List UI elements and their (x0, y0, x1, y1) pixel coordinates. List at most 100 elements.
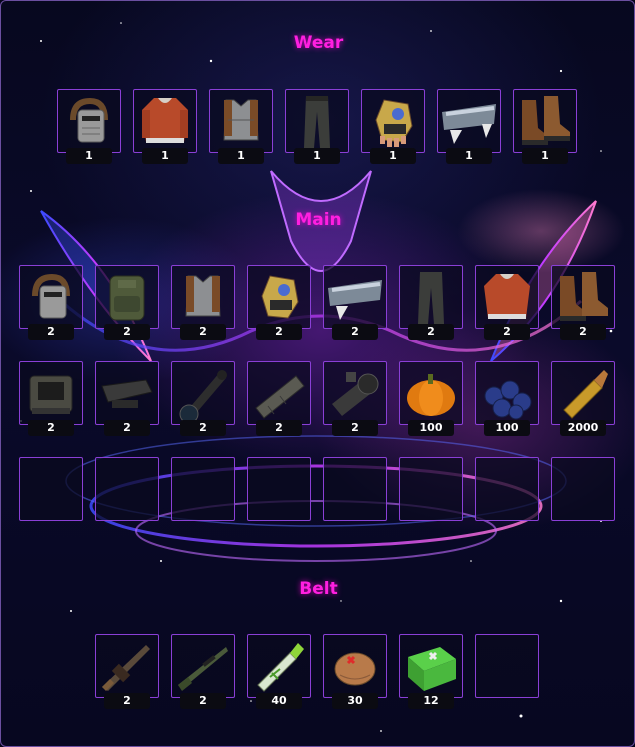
quantity-label: 2 (180, 324, 226, 340)
main-row-2: 2 2 2 2 2 100 100 2000 (19, 361, 627, 436)
main-slot-14[interactable]: 100 (399, 361, 463, 436)
main-slot-9[interactable]: 2 (19, 361, 83, 436)
belt-row: 2 2 40 30 12 (95, 634, 551, 709)
quantity-label: 2 (28, 420, 74, 436)
main-row-3 (19, 457, 627, 521)
quantity-label: 2 (332, 420, 378, 436)
belt-slot-3[interactable]: 40 (247, 634, 311, 709)
bandage-icon (334, 652, 376, 686)
wear-slot-6[interactable]: 1 (437, 89, 501, 164)
assault-rifle-icon (102, 645, 150, 691)
pants-icon (304, 96, 330, 148)
belt-slot-6-empty[interactable] (475, 634, 539, 698)
bolt-rifle-icon (178, 647, 228, 691)
belt-slot-4[interactable]: 30 (323, 634, 387, 709)
inventory-panel: Wear Main Belt 1 1 1 1 1 1 1 2 2 2 2 2 2… (0, 0, 635, 747)
main-slot-11[interactable]: 2 (171, 361, 235, 436)
belt-slot-2[interactable]: 2 (171, 634, 235, 709)
main-slot-4[interactable]: 2 (247, 265, 311, 340)
main-slot-16[interactable]: 2000 (551, 361, 615, 436)
hoodie-icon (484, 274, 530, 319)
main-slot-3[interactable]: 2 (171, 265, 235, 340)
main-slot-21-empty[interactable] (323, 457, 387, 521)
main-slot-12[interactable]: 2 (247, 361, 311, 436)
quantity-label: 100 (408, 420, 454, 436)
quantity-label: 2 (180, 420, 226, 436)
wear-slot-4[interactable]: 1 (285, 89, 349, 164)
main-row-1: 2 2 2 2 2 2 2 2 (19, 265, 627, 340)
gloves-icon (261, 275, 299, 319)
kilt-icon (442, 104, 496, 144)
main-slot-2[interactable]: 2 (95, 265, 159, 340)
main-slot-6[interactable]: 2 (399, 265, 463, 340)
quantity-label: 2 (484, 324, 530, 340)
main-slot-1[interactable]: 2 (19, 265, 83, 340)
quantity-label: 1 (66, 148, 112, 164)
quantity-label: 1 (522, 148, 568, 164)
quantity-label: 2 (28, 324, 74, 340)
wear-slot-7[interactable]: 1 (513, 89, 577, 164)
main-slot-15[interactable]: 100 (475, 361, 539, 436)
main-title: Main (295, 210, 342, 230)
main-slot-22-empty[interactable] (399, 457, 463, 521)
quantity-label: 2 (560, 324, 606, 340)
belt-slot-5[interactable]: 12 (399, 634, 463, 709)
holosight-icon (29, 375, 73, 414)
wear-slot-3[interactable]: 1 (209, 89, 273, 164)
chestplate-icon (185, 275, 221, 317)
blueberries-icon (484, 380, 532, 420)
main-slot-10[interactable]: 2 (95, 361, 159, 436)
quantity-label: 2 (104, 324, 150, 340)
backpack-icon (109, 275, 145, 321)
boots-icon (522, 96, 570, 145)
wear-title: Wear (293, 33, 344, 53)
quantity-label: 2000 (560, 420, 606, 436)
quantity-label: 1 (218, 148, 264, 164)
belt-slot-1[interactable]: 2 (95, 634, 159, 709)
silencer-icon (255, 375, 305, 419)
quantity-label: 100 (484, 420, 530, 436)
wear-slot-2[interactable]: 1 (133, 89, 197, 164)
pumpkin-icon (407, 374, 455, 416)
hoodie-icon (142, 98, 188, 143)
rifle-ammo-icon (563, 370, 608, 419)
quantity-label: 2 (332, 324, 378, 340)
quantity-label: 2 (408, 324, 454, 340)
kilt-icon (328, 280, 382, 320)
wear-slot-1[interactable]: 1 (57, 89, 121, 164)
quantity-label: 2 (104, 420, 150, 436)
main-slot-18-empty[interactable] (95, 457, 159, 521)
metal-facemask-icon (32, 274, 70, 319)
main-slot-17-empty[interactable] (19, 457, 83, 521)
quantity-label: 40 (256, 693, 302, 709)
main-slot-5[interactable]: 2 (323, 265, 387, 340)
quantity-label: 2 (104, 693, 150, 709)
gloves-icon (375, 99, 413, 147)
quantity-label: 1 (142, 148, 188, 164)
night-scope-icon (332, 372, 379, 416)
quantity-label: 12 (408, 693, 454, 709)
wear-slot-5[interactable]: 1 (361, 89, 425, 164)
quantity-label: 2 (180, 693, 226, 709)
scope-icon (179, 370, 227, 424)
wear-row: 1 1 1 1 1 1 1 (57, 89, 589, 164)
main-slot-23-empty[interactable] (475, 457, 539, 521)
quantity-label: 1 (370, 148, 416, 164)
belt-title: Belt (299, 579, 338, 599)
metal-facemask-icon (70, 98, 108, 143)
pants-icon (418, 272, 444, 324)
main-slot-24-empty[interactable] (551, 457, 615, 521)
main-slot-7[interactable]: 2 (475, 265, 539, 340)
main-slot-19-empty[interactable] (171, 457, 235, 521)
main-slot-8[interactable]: 2 (551, 265, 615, 340)
quantity-label: 1 (294, 148, 340, 164)
main-slot-13[interactable]: 2 (323, 361, 387, 436)
medkit-icon (408, 647, 456, 691)
quantity-label: 2 (256, 420, 302, 436)
boots-icon (560, 272, 608, 321)
quantity-label: 30 (332, 693, 378, 709)
syringe-icon (257, 643, 304, 692)
flashlight-attachment-icon (101, 379, 153, 408)
main-slot-20-empty[interactable] (247, 457, 311, 521)
quantity-label: 2 (256, 324, 302, 340)
